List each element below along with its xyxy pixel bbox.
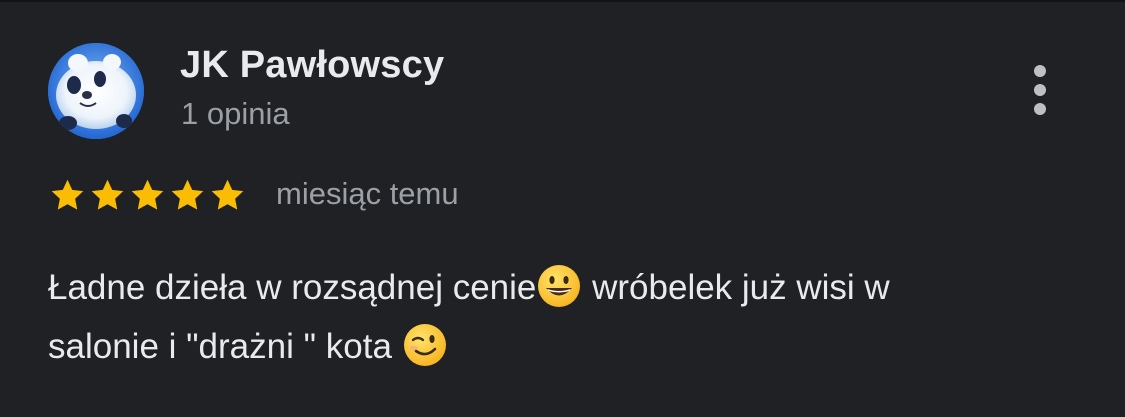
review-text-segment: Ładne dzieła w rozsądnej cenie bbox=[48, 268, 537, 307]
avatar[interactable] bbox=[48, 43, 144, 139]
review-text-line: salonie i "drażni " kota bbox=[48, 317, 1088, 376]
star-icon bbox=[51, 179, 84, 210]
panda-plush-avatar-icon bbox=[48, 43, 144, 139]
more-vert-icon-dot bbox=[1034, 103, 1046, 115]
review-card: JK Pawłowscy 1 opinia miesiąc temu Ładne… bbox=[0, 0, 1125, 417]
grinning-face-emoji-icon bbox=[536, 263, 582, 309]
star-icon bbox=[91, 179, 124, 210]
more-vert-icon-dot bbox=[1034, 65, 1046, 77]
review-count: 1 opinia bbox=[181, 96, 290, 131]
review-text-segment: salonie i "drażni " kota bbox=[48, 327, 402, 366]
more-options-button[interactable] bbox=[1020, 58, 1060, 122]
divider bbox=[0, 0, 1125, 2]
author-name[interactable]: JK Pawłowscy bbox=[180, 44, 444, 87]
star-icon bbox=[171, 179, 204, 210]
review-date: miesiąc temu bbox=[276, 176, 459, 211]
winking-face-emoji-icon bbox=[402, 322, 448, 368]
review-text-line: Ładne dzieła w rozsądnej cenie wróbelek … bbox=[48, 258, 1088, 317]
review-text: Ładne dzieła w rozsądnej cenie wróbelek … bbox=[48, 258, 1088, 376]
star-rating bbox=[48, 175, 248, 215]
star-icon bbox=[131, 179, 164, 210]
review-text-segment: wróbelek już wisi w bbox=[582, 268, 890, 307]
more-vert-icon-dot bbox=[1034, 84, 1046, 96]
star-icon bbox=[211, 179, 244, 210]
